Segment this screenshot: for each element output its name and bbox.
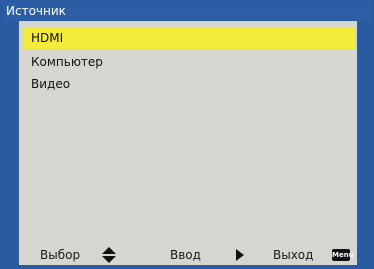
source-item-hdmi[interactable]: HDMI [24,27,355,49]
source-panel: HDMI Компьютер Видео Выбор Ввод Выход Me… [19,21,357,265]
window-title: Источник [3,2,371,21]
enter-hint-label: Ввод [170,248,201,262]
source-item-video[interactable]: Видео [24,73,355,95]
menu-key-icon: Menu [332,249,354,261]
play-right-arrow-icon [236,249,244,261]
select-hint-label: Выбор [40,248,81,262]
source-item-computer[interactable]: Компьютер [24,51,355,73]
footer-hints: Выбор Ввод Выход Menu [19,245,357,265]
source-osd-window: Источник HDMI Компьютер Видео Выбор Ввод… [0,0,374,269]
up-down-arrows-icon [102,247,116,263]
exit-hint-label: Выход [273,248,314,262]
